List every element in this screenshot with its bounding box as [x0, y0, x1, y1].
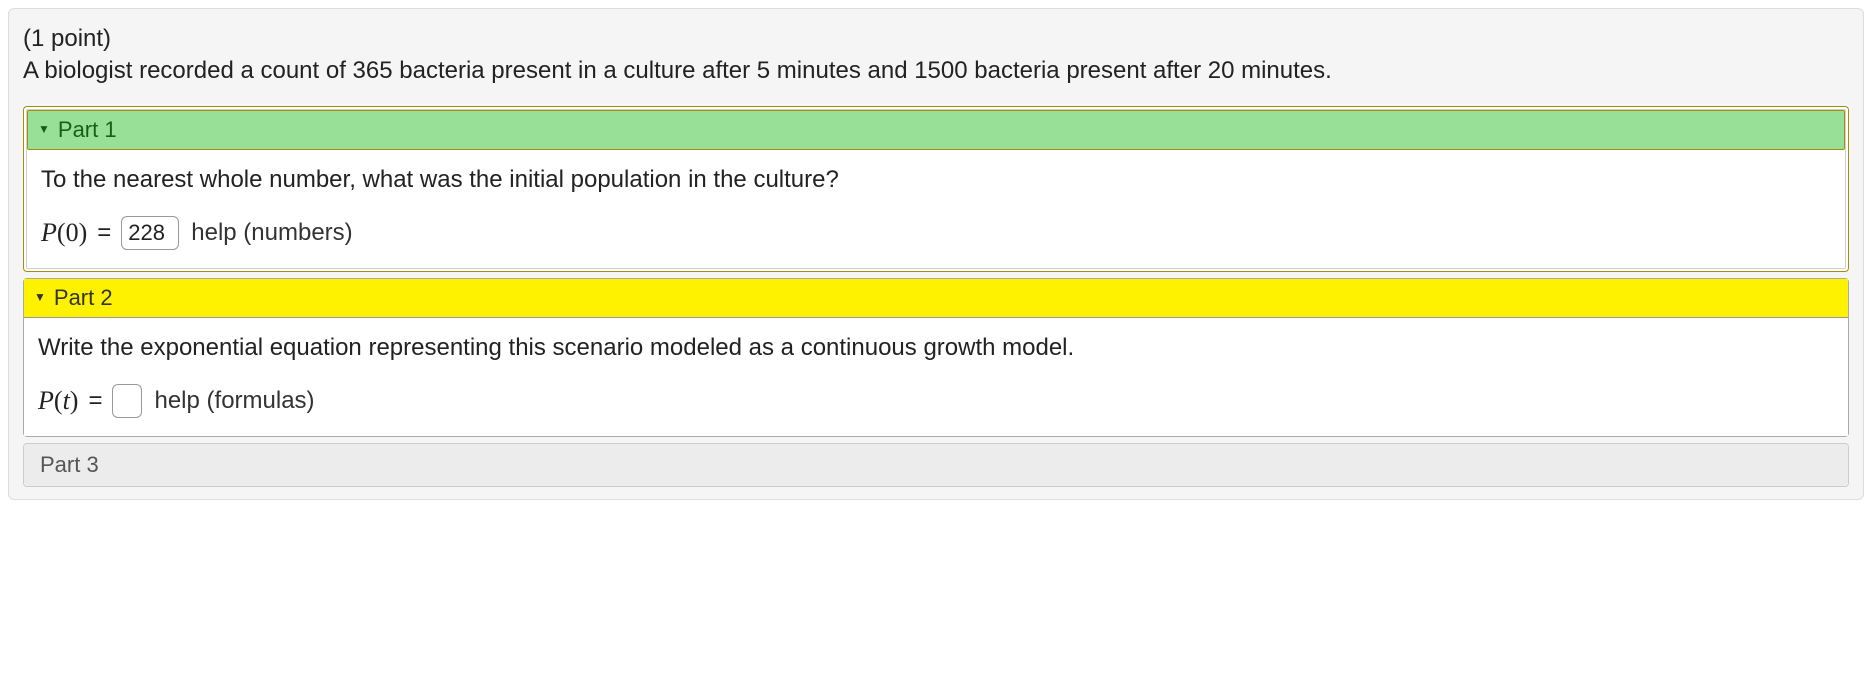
problem-container: (1 point) A biologist recorded a count o…	[8, 8, 1864, 500]
part-1-body: To the nearest whole number, what was th…	[27, 150, 1845, 268]
help-numbers-link[interactable]: help (numbers)	[191, 219, 352, 247]
part-1-lhs: P(0)	[41, 218, 87, 248]
part-2-body: Write the exponential equation represent…	[24, 318, 1848, 436]
part-2: ▼ Part 2 Write the exponential equation …	[23, 278, 1849, 437]
problem-intro: (1 point) A biologist recorded a count o…	[23, 23, 1849, 88]
part-3-title: Part 3	[40, 452, 99, 478]
equals-sign: =	[88, 387, 102, 415]
help-formulas-link[interactable]: help (formulas)	[154, 387, 314, 415]
part-3: Part 3	[23, 443, 1849, 487]
part-1: ▼ Part 1 To the nearest whole number, wh…	[26, 109, 1846, 269]
part-2-header[interactable]: ▼ Part 2	[24, 279, 1848, 318]
part-1-answer-input[interactable]	[121, 216, 179, 250]
part-1-wrapper: ▼ Part 1 To the nearest whole number, wh…	[23, 106, 1849, 272]
part-1-header[interactable]: ▼ Part 1	[27, 110, 1845, 150]
part-2-answer-line: P(t) = help (formulas)	[38, 384, 1834, 418]
caret-down-icon: ▼	[38, 123, 50, 135]
part-2-title: Part 2	[54, 285, 113, 311]
lhs-var: P	[41, 218, 57, 247]
caret-down-icon: ▼	[34, 291, 46, 303]
part-2-lhs: P(t)	[38, 386, 78, 416]
part-1-prompt: To the nearest whole number, what was th…	[41, 166, 1831, 194]
part-1-answer-line: P(0) = help (numbers)	[41, 216, 1831, 250]
lhs-arg: t	[63, 386, 70, 415]
points-label: (1 point)	[23, 23, 1849, 55]
lhs-arg: 0	[66, 218, 79, 247]
part-2-answer-input[interactable]	[112, 384, 142, 418]
problem-prompt: A biologist recorded a count of 365 bact…	[23, 57, 1332, 84]
part-1-title: Part 1	[58, 117, 117, 143]
lhs-var: P	[38, 386, 54, 415]
part-3-header[interactable]: Part 3	[24, 444, 1848, 486]
equals-sign: =	[97, 219, 111, 247]
part-2-prompt: Write the exponential equation represent…	[38, 334, 1834, 362]
